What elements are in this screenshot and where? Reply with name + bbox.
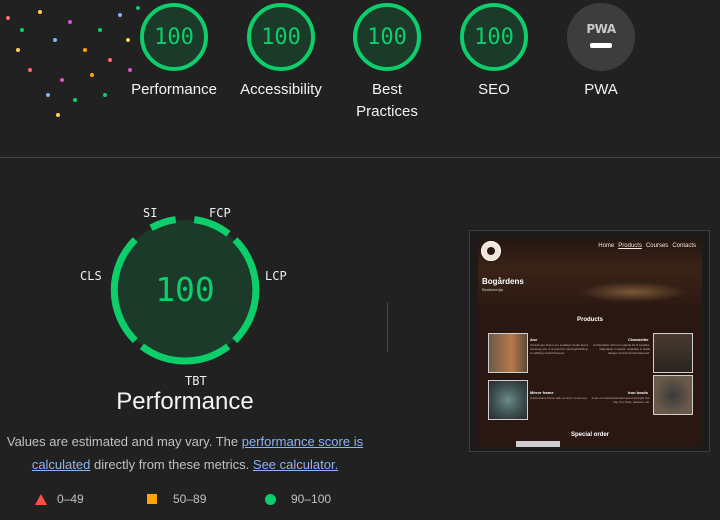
hero-sparks <box>578 282 688 302</box>
site-preview: Home Products Courses Contacts Bogårdens… <box>478 237 702 447</box>
legend-range: 90–100 <box>291 492 332 506</box>
site-special-order: Special order <box>570 432 609 438</box>
legend-pass: 90–100 <box>265 492 331 506</box>
product-name: Chandelier <box>628 337 649 342</box>
site-logo-icon <box>481 241 501 261</box>
legend-average: 50–89 <box>147 492 206 506</box>
score-circle: 100 <box>140 3 208 71</box>
product-desc: A set of ornamental hammered wrought iro… <box>591 396 650 404</box>
product-desc: A chandelier with iron stands for 8 cand… <box>592 343 650 355</box>
score-value: 100 <box>154 24 194 50</box>
product-image-bowls <box>653 375 693 415</box>
square-average-icon <box>147 494 157 504</box>
gauge-label: Accessibility <box>240 81 322 98</box>
site-nav-item: Home <box>598 243 615 249</box>
page-screenshot-thumbnail[interactable]: Home Products Courses Contacts Bogårdens… <box>469 230 710 452</box>
category-gauges: 100 Performance 100 Accessibility 100 Be… <box>0 0 720 158</box>
product-image-axe <box>488 333 528 373</box>
metric-label-tbt: TBT <box>185 374 207 388</box>
site-section-title: Products <box>576 317 603 323</box>
score-value: 100 <box>261 24 301 50</box>
site-nav: Home Products Courses Contacts <box>598 243 696 249</box>
score-note: Values are estimated and may vary. The p… <box>0 430 370 476</box>
triangle-fail-icon <box>35 493 47 505</box>
site-nav-item: Courses <box>645 243 669 249</box>
note-text: directly from these metrics. <box>90 457 253 472</box>
score-value: 100 <box>367 24 407 50</box>
gauge-best-practices[interactable]: 100 Best Practices <box>332 0 442 123</box>
special-order-image <box>516 441 560 447</box>
legend-range: 0–49 <box>57 492 84 506</box>
gauge-performance[interactable]: 100 Performance <box>119 0 229 101</box>
vertical-divider <box>387 302 388 352</box>
circle-pass-icon <box>265 493 276 505</box>
metric-label-fcp: FCP <box>209 206 231 220</box>
product-image-mirror <box>488 380 528 420</box>
legend-fail: 0–49 <box>35 492 84 506</box>
score-circle: 100 <box>353 3 421 71</box>
product-name: Mirror frame <box>530 390 554 395</box>
product-desc: A decorative frame with a mirror on the … <box>530 396 588 400</box>
product-desc: A hand axe that is our smallest model an… <box>530 343 589 355</box>
metric-label-cls: CLS <box>80 269 102 283</box>
product-image-chandelier <box>653 333 693 373</box>
product-name: Axe <box>530 337 538 342</box>
gauge-label: PWA <box>584 81 618 98</box>
section-divider <box>0 157 720 158</box>
performance-gauge-large: 100 SI FCP LCP TBT CLS <box>72 200 302 390</box>
performance-title: Performance <box>116 388 254 415</box>
metric-label-si: SI <box>143 206 158 220</box>
site-brand-sub: Bladsmedja <box>482 287 503 292</box>
metric-label-lcp: LCP <box>265 269 287 283</box>
score-circle: 100 <box>460 3 528 71</box>
site-nav-item: Contacts <box>672 243 696 249</box>
score-circle: 100 <box>247 3 315 71</box>
gauge-pwa[interactable]: PWA PWA <box>546 0 656 101</box>
product-name: Iron bowls <box>628 390 648 395</box>
pwa-badge: PWA <box>567 3 635 71</box>
pwa-logo-icon: PWA <box>586 22 616 36</box>
note-text: Values are estimated and may vary. The <box>6 434 242 449</box>
gauge-label: Performance <box>131 81 217 98</box>
calculator-link[interactable]: See calculator. <box>253 457 338 472</box>
performance-gauge-ring: 100 <box>110 216 260 365</box>
site-brand: Bogårdens <box>482 277 524 286</box>
site-nav-item: Products <box>618 243 642 249</box>
gauge-seo[interactable]: 100 SEO <box>439 0 549 101</box>
gauge-label: SEO <box>478 81 510 98</box>
gauge-accessibility[interactable]: 100 Accessibility <box>226 0 336 101</box>
legend-range: 50–89 <box>173 492 207 506</box>
gauge-label: Best Practices <box>356 81 418 120</box>
performance-score-value: 100 <box>155 270 215 309</box>
score-value: 100 <box>474 24 514 50</box>
pwa-dash-icon <box>590 43 612 48</box>
